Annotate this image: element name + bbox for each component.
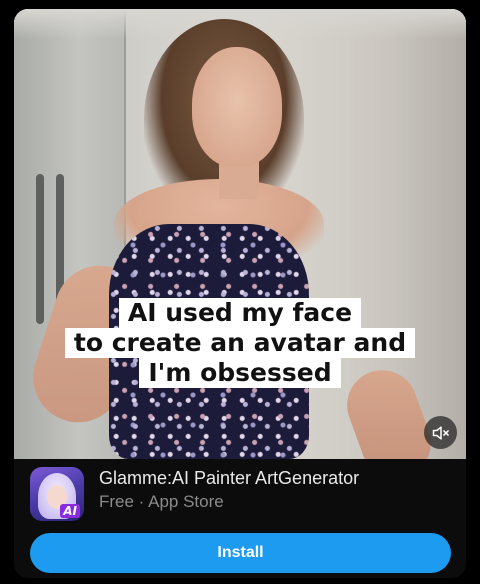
- speaker-muted-icon: [432, 425, 449, 440]
- person-face: [192, 47, 282, 167]
- video-player[interactable]: AI used my face to create an avatar and …: [14, 9, 466, 459]
- app-name[interactable]: Glamme:AI Painter ArtGenerator: [99, 468, 359, 489]
- app-info[interactable]: AI Glamme:AI Painter ArtGenerator Free ·…: [30, 467, 450, 523]
- install-button[interactable]: Install: [30, 533, 451, 573]
- video-caption: AI used my face to create an avatar and …: [14, 298, 466, 388]
- caption-line: AI used my face: [118, 298, 362, 328]
- app-icon-badge: AI: [60, 504, 80, 518]
- mute-button[interactable]: [424, 416, 457, 449]
- app-avatar-icon[interactable]: AI: [30, 467, 84, 521]
- caption-line: I'm obsessed: [139, 358, 341, 388]
- ad-card[interactable]: AI used my face to create an avatar and …: [14, 9, 466, 578]
- app-meta: Free · App Store: [99, 492, 224, 511]
- caption-line: to create an avatar and: [64, 328, 416, 358]
